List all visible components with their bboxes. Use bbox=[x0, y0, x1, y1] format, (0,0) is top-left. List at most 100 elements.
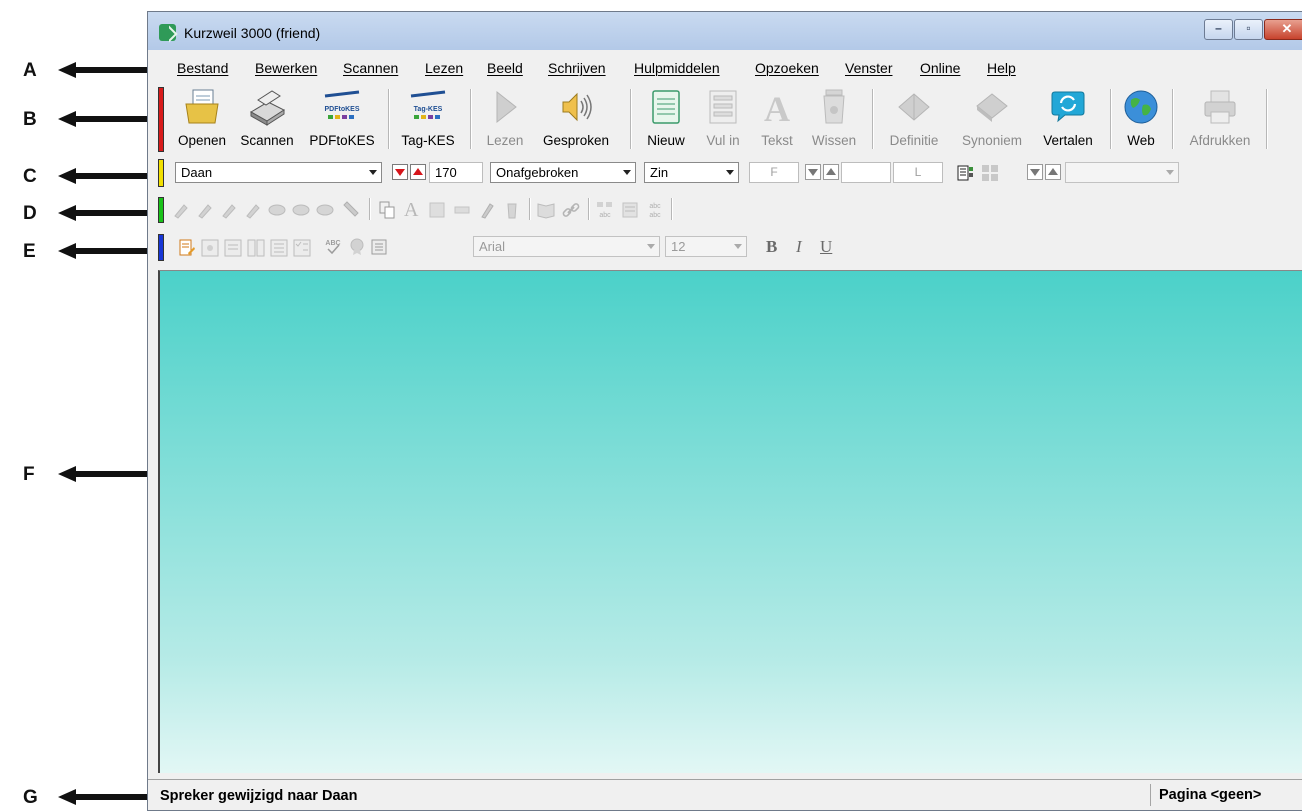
bookmark-icon[interactable] bbox=[453, 201, 471, 219]
font-select[interactable]: Arial bbox=[473, 236, 660, 257]
pdftokes-button[interactable]: PDFtoKES PDFtoKES bbox=[304, 83, 380, 155]
toolbar-grip[interactable] bbox=[158, 87, 164, 152]
voice-value: Daan bbox=[181, 165, 213, 180]
fill-in-button[interactable]: Vul in bbox=[698, 83, 748, 155]
menu-opzoeken[interactable]: Opzoeken bbox=[755, 60, 819, 76]
voice-note-icon[interactable] bbox=[478, 201, 496, 219]
tagkes-icon-text: Tag-KES bbox=[414, 106, 443, 113]
maximize-button[interactable]: ▫ bbox=[1234, 19, 1263, 40]
translate-button[interactable]: Vertalen bbox=[1036, 83, 1100, 155]
toolbar-grip[interactable] bbox=[158, 234, 164, 261]
definition-button[interactable]: Definitie bbox=[880, 83, 948, 155]
menu-bewerken[interactable]: Bewerken bbox=[255, 60, 317, 76]
delete-note-icon[interactable] bbox=[503, 201, 521, 219]
field-l[interactable]: L bbox=[893, 162, 943, 183]
highlighter-icon[interactable] bbox=[220, 201, 238, 219]
annotation-e: E bbox=[0, 241, 160, 263]
outline-view-icon[interactable] bbox=[224, 239, 242, 257]
speed-down-button[interactable] bbox=[392, 164, 408, 180]
write-document-icon[interactable] bbox=[178, 239, 196, 257]
arrow-left-icon bbox=[58, 243, 153, 259]
draft-icon[interactable] bbox=[270, 239, 288, 257]
read-button[interactable]: Lezen bbox=[480, 83, 530, 155]
menu-schrijven[interactable]: Schrijven bbox=[548, 60, 606, 76]
gray-up-button[interactable] bbox=[823, 164, 839, 180]
menu-lezen[interactable]: Lezen bbox=[425, 60, 463, 76]
blank-field[interactable] bbox=[841, 162, 891, 183]
reading-mode-select[interactable]: Onafgebroken bbox=[490, 162, 636, 183]
status-bar: Spreker gewijzigd naar Daan Pagina <geen… bbox=[148, 779, 1302, 810]
toolbar-grip[interactable] bbox=[158, 197, 164, 223]
menu-online[interactable]: Online bbox=[920, 60, 960, 76]
gray-down-button[interactable] bbox=[1027, 164, 1043, 180]
menu-bar: Bestand Bewerken Scannen Lezen Beeld Sch… bbox=[148, 52, 1302, 82]
minimize-button[interactable]: – bbox=[1204, 19, 1233, 40]
menu-hulpmiddelen[interactable]: Hulpmiddelen bbox=[634, 60, 720, 76]
highlighter-icon[interactable] bbox=[244, 201, 262, 219]
word-prediction-icon[interactable] bbox=[348, 238, 366, 256]
title-bar[interactable]: Kurzweil 3000 (friend) – ▫ ✕ bbox=[148, 12, 1302, 50]
pen-icon[interactable] bbox=[342, 201, 360, 219]
toolbar-grip[interactable] bbox=[158, 159, 164, 187]
layout-list-icon[interactable] bbox=[957, 164, 975, 182]
eraser-pill-icon[interactable] bbox=[268, 201, 286, 219]
text-note-icon[interactable]: A bbox=[404, 199, 418, 222]
close-button[interactable]: ✕ bbox=[1264, 19, 1302, 40]
menu-scannen[interactable]: Scannen bbox=[343, 60, 398, 76]
font-size-select[interactable]: 12 bbox=[665, 236, 747, 257]
open-button[interactable]: Openen bbox=[171, 83, 233, 155]
read-label: Lezen bbox=[486, 133, 524, 148]
vocabulary-icon[interactable]: abc abc bbox=[646, 201, 664, 219]
field-f[interactable]: F bbox=[749, 162, 799, 183]
word-list-icon[interactable] bbox=[370, 238, 388, 256]
sticky-note-icon[interactable] bbox=[428, 201, 446, 219]
arrow-left-icon bbox=[58, 168, 153, 184]
annotation-letter: A bbox=[23, 60, 37, 81]
highlighter-icon[interactable] bbox=[172, 201, 190, 219]
columns-icon[interactable] bbox=[247, 239, 265, 257]
layout-grid-icon[interactable] bbox=[981, 164, 999, 182]
erase-button[interactable]: Wissen bbox=[806, 83, 862, 155]
gray-up-button[interactable] bbox=[1045, 164, 1061, 180]
outline-icon[interactable] bbox=[621, 201, 639, 219]
toolbar-separator bbox=[388, 89, 390, 149]
extract-abc-icon[interactable]: abc bbox=[596, 201, 614, 219]
highlighter-icon[interactable] bbox=[196, 201, 214, 219]
eraser-pill-icon[interactable] bbox=[316, 201, 334, 219]
spellcheck-icon[interactable]: ABC bbox=[324, 238, 342, 256]
web-button[interactable]: Web bbox=[1116, 83, 1166, 155]
menu-beeld[interactable]: Beeld bbox=[487, 60, 523, 76]
synonym-button[interactable]: Synoniem bbox=[952, 83, 1032, 155]
toolbar-separator bbox=[671, 198, 673, 220]
definition-label: Definitie bbox=[889, 133, 939, 148]
disabled-select[interactable] bbox=[1065, 162, 1179, 183]
brainstorm-icon[interactable] bbox=[201, 239, 219, 257]
text-button[interactable]: A Tekst bbox=[752, 83, 802, 155]
text-label: Tekst bbox=[761, 133, 793, 148]
underline-button[interactable]: U bbox=[820, 237, 832, 257]
toolbar-separator bbox=[872, 89, 874, 149]
annotation-f: F bbox=[0, 464, 160, 486]
spoken-button[interactable]: Gesproken bbox=[532, 83, 620, 155]
menu-venster[interactable]: Venster bbox=[845, 60, 892, 76]
document-area[interactable] bbox=[158, 270, 1302, 773]
print-button[interactable]: Afdrukken bbox=[1180, 83, 1260, 155]
eraser-pill-icon[interactable] bbox=[292, 201, 310, 219]
font-value: Arial bbox=[479, 239, 506, 254]
book-icon[interactable] bbox=[537, 201, 555, 219]
speed-up-button[interactable] bbox=[410, 164, 426, 180]
copy-icon[interactable] bbox=[378, 201, 396, 219]
speed-field[interactable]: 170 bbox=[429, 162, 483, 183]
italic-button[interactable]: I bbox=[796, 237, 802, 257]
scan-button[interactable]: Scannen bbox=[234, 83, 300, 155]
menu-bestand[interactable]: Bestand bbox=[177, 60, 228, 76]
bold-button[interactable]: B bbox=[766, 237, 777, 257]
tagkes-button[interactable]: Tag-KES Tag-KES bbox=[396, 83, 460, 155]
gray-down-button[interactable] bbox=[805, 164, 821, 180]
menu-help[interactable]: Help bbox=[987, 60, 1016, 76]
voice-select[interactable]: Daan bbox=[175, 162, 382, 183]
new-button[interactable]: Nieuw bbox=[638, 83, 694, 155]
reading-unit-select[interactable]: Zin bbox=[644, 162, 739, 183]
checklist-icon[interactable] bbox=[293, 239, 311, 257]
link-icon[interactable] bbox=[562, 201, 580, 219]
